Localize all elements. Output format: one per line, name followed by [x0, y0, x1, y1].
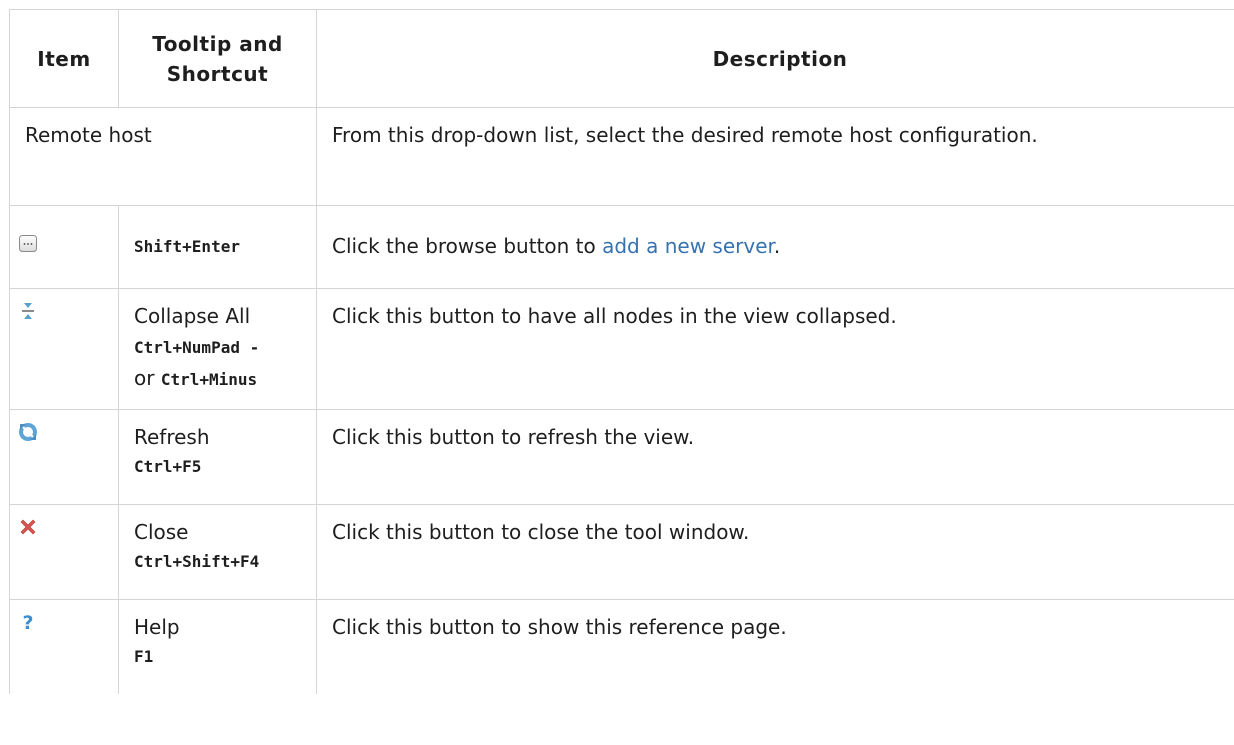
help-shortcut: F1 [134, 647, 154, 666]
table-row-browse: Shift+Enter Click the browse button to a… [9, 205, 1234, 289]
collapse-tooltip: Collapse All [134, 304, 251, 328]
header-description: Description [316, 9, 1234, 108]
reference-table: Item Tooltip and Shortcut Description Re… [9, 9, 1234, 694]
close-description: Click this button to close the tool wind… [316, 504, 1234, 600]
refresh-tooltip: Refresh [134, 425, 210, 449]
svg-text:?: ? [22, 612, 33, 632]
refresh-description: Click this button to refresh the view. [316, 409, 1234, 505]
refresh-shortcut: Ctrl+F5 [134, 457, 202, 476]
close-shortcut: Ctrl+Shift+F4 [134, 552, 260, 571]
table-row-refresh: Refresh Ctrl+F5 Click this button to ref… [9, 409, 1234, 505]
help-icon: ? [22, 612, 33, 632]
help-description: Click this button to show this reference… [316, 599, 1234, 694]
close-tooltip-cell: Close Ctrl+Shift+F4 [118, 504, 317, 600]
table-row-close: Close Ctrl+Shift+F4 Click this button to… [9, 504, 1234, 600]
help-icon-cell: ? [9, 599, 119, 694]
browse-description-cell: Click the browse button to add a new ser… [316, 205, 1234, 289]
refresh-icon [19, 423, 37, 441]
browse-icon-cell [9, 205, 119, 289]
browse-description-prefix: Click the browse button to [332, 234, 603, 258]
table-row-remote-host: Remote host From this drop-down list, se… [9, 107, 1234, 206]
browse-description-suffix: . [773, 234, 781, 258]
add-new-server-link[interactable]: add a new server [602, 234, 774, 258]
collapse-icon-cell [9, 288, 119, 410]
close-icon [20, 519, 36, 535]
browse-shortcut: Shift+Enter [134, 237, 240, 256]
collapse-tooltip-cell: Collapse All Ctrl+NumPad - or Ctrl+Minus [118, 288, 317, 410]
remote-host-label: Remote host [9, 107, 317, 206]
close-tooltip: Close [134, 520, 189, 544]
remote-host-description: From this drop-down list, select the des… [316, 107, 1234, 206]
help-tooltip: Help [134, 615, 180, 639]
help-tooltip-cell: Help F1 [118, 599, 317, 694]
close-icon-cell [9, 504, 119, 600]
collapse-description: Click this button to have all nodes in t… [316, 288, 1234, 410]
reference-table-wrapper: Item Tooltip and Shortcut Description Re… [0, 0, 1234, 694]
header-item: Item [9, 9, 119, 108]
browse-shortcut-cell: Shift+Enter [118, 205, 317, 289]
collapse-shortcut-numpad: Ctrl+NumPad - [134, 338, 260, 357]
table-row-help: ? Help F1 Click this button to show this… [9, 599, 1234, 694]
refresh-icon-cell [9, 409, 119, 505]
refresh-tooltip-cell: Refresh Ctrl+F5 [118, 409, 317, 505]
collapse-or-text: or [134, 366, 161, 390]
table-header-row: Item Tooltip and Shortcut Description [9, 9, 1234, 108]
header-tooltip-shortcut: Tooltip and Shortcut [118, 9, 317, 108]
collapse-all-icon [22, 303, 34, 319]
collapse-shortcut-minus: Ctrl+Minus [160, 370, 258, 389]
browse-ellipsis-icon [19, 235, 37, 252]
table-row-collapse-all: Collapse All Ctrl+NumPad - or Ctrl+Minus… [9, 288, 1234, 410]
